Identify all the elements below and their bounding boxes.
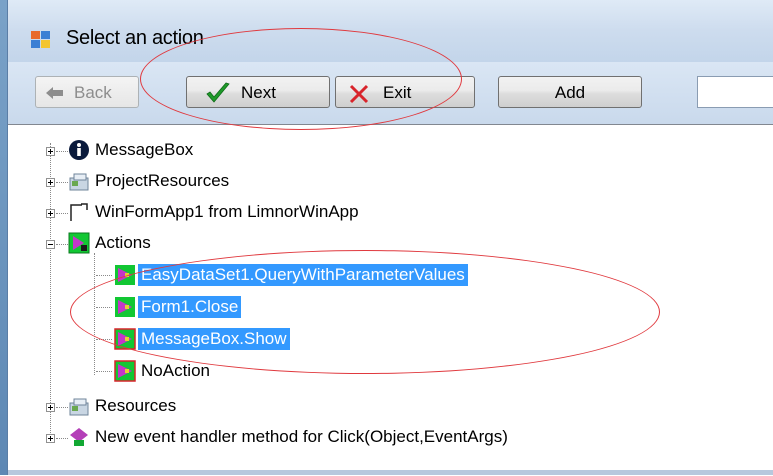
app-window-icon [31, 31, 50, 48]
tree-item-projectresources[interactable]: ProjectResources [92, 170, 232, 192]
tree-connector [56, 151, 68, 153]
info-icon [69, 140, 89, 160]
resources-icon [69, 398, 89, 416]
back-button[interactable]: Back [35, 76, 139, 108]
expand-toggle[interactable] [46, 147, 55, 156]
expand-toggle[interactable] [46, 209, 55, 218]
annotation-ellipse-next [140, 28, 462, 130]
annotation-ellipse-selected [70, 250, 660, 374]
event-handler-icon [70, 428, 88, 446]
tree-connector [56, 182, 68, 184]
actions-folder-icon [68, 232, 90, 254]
tree-connector [56, 407, 68, 409]
tree-connector [56, 438, 68, 440]
expand-toggle[interactable] [46, 434, 55, 443]
tree-connector [56, 244, 68, 246]
back-arrow-icon [46, 87, 63, 99]
back-button-label: Back [74, 83, 112, 102]
add-button-label: Add [554, 83, 586, 102]
tree-connector [50, 143, 52, 443]
tree-item-event-handler[interactable]: New event handler method for Click(Objec… [92, 426, 511, 448]
form-icon [70, 203, 88, 221]
collapse-toggle[interactable] [46, 240, 55, 249]
window-bottom-border [8, 470, 773, 475]
expand-toggle[interactable] [46, 178, 55, 187]
tree-connector [56, 213, 68, 215]
tree-item-actions[interactable]: Actions [92, 232, 154, 254]
background-window-edge [0, 0, 7, 475]
tree-item-resources[interactable]: Resources [92, 395, 179, 417]
tree-item-winformapp1[interactable]: WinFormApp1 from LimnorWinApp [92, 201, 362, 223]
search-input[interactable] [697, 76, 773, 108]
add-button[interactable]: Add [498, 76, 642, 108]
tree-connector [96, 371, 112, 373]
action-icon [114, 360, 136, 382]
expand-toggle[interactable] [46, 403, 55, 412]
resources-icon [69, 173, 89, 191]
tree-connector [96, 275, 112, 277]
tree-item-messagebox[interactable]: MessageBox [92, 139, 196, 161]
